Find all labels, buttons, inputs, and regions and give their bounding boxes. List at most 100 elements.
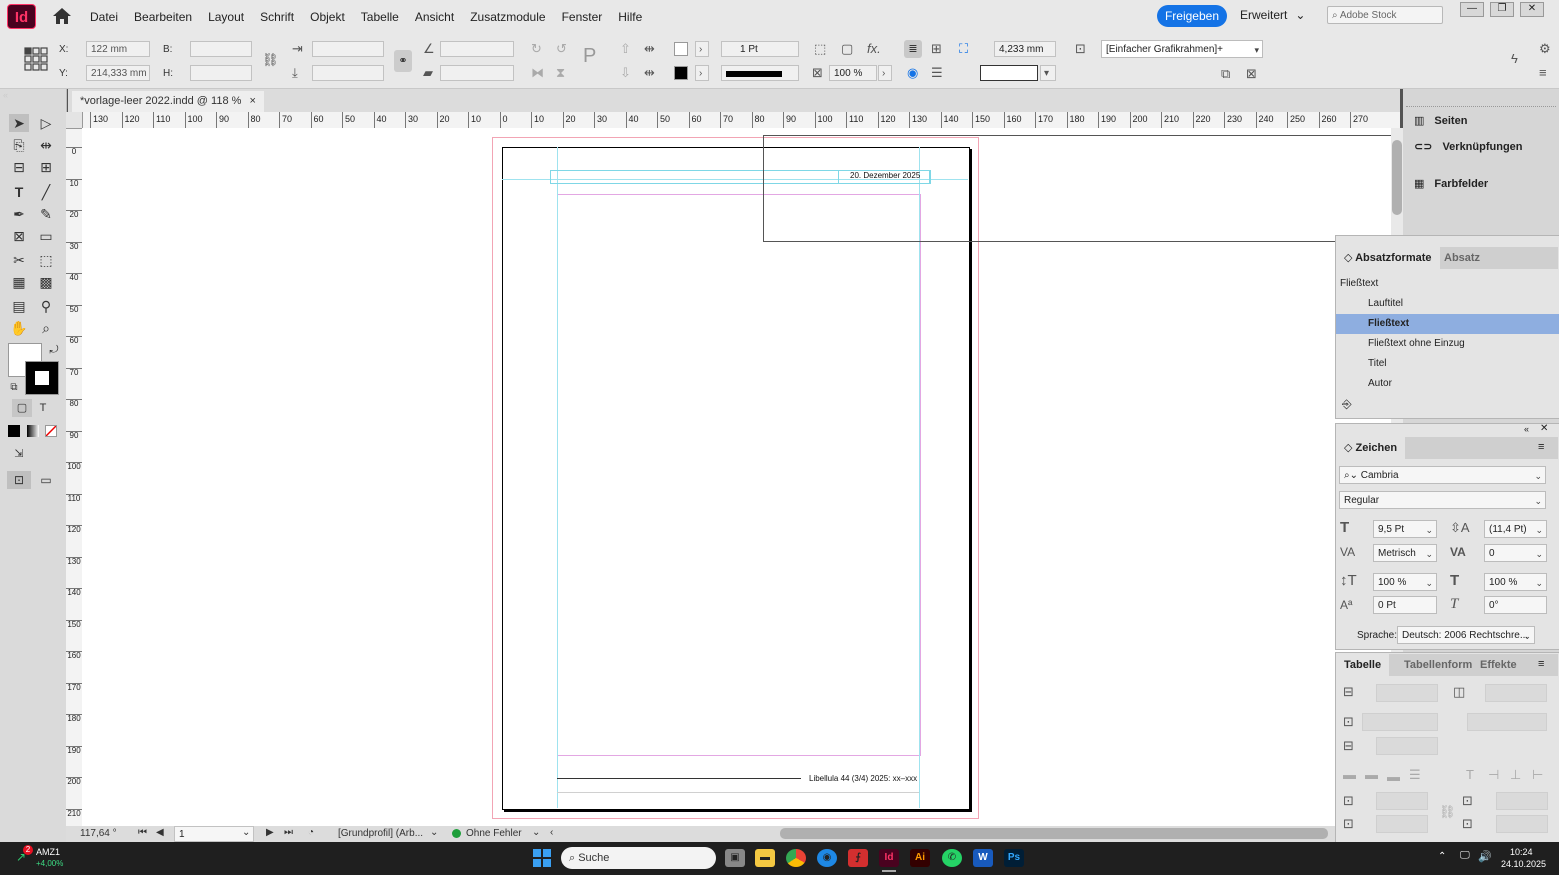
align-top-icon[interactable]: ▬ xyxy=(1343,768,1356,782)
left-inset-field[interactable] xyxy=(1496,792,1548,810)
workspace-switcher[interactable]: Erweitert ⌄ xyxy=(1240,8,1305,22)
menu-datei[interactable]: Datei xyxy=(82,10,126,24)
screen-mode-icon[interactable]: ▭ xyxy=(36,471,56,489)
align-center-icon[interactable]: ▬ xyxy=(1365,768,1378,782)
word-taskbar-icon[interactable]: W xyxy=(973,849,993,867)
font-family-dropdown[interactable]: ⌕⌄ Cambria ⌄ xyxy=(1339,466,1546,484)
line-tool-icon[interactable]: ╱ xyxy=(36,183,56,201)
style-titel[interactable]: Titel xyxy=(1336,354,1559,374)
dock-verknuepfungen[interactable]: ⊂⊃ Verknüpfungen xyxy=(1410,135,1523,159)
apply-gradient-icon[interactable] xyxy=(27,425,39,437)
font-size-field[interactable]: 9,5 Pt ⌄ xyxy=(1373,520,1437,538)
scale-y-field[interactable] xyxy=(312,65,384,81)
scissors-tool-icon[interactable]: ✂ xyxy=(9,251,29,269)
first-page-icon[interactable]: ⏮ xyxy=(138,827,147,838)
panel-menu-icon[interactable]: ≡ xyxy=(1538,658,1544,670)
frame-fitting-icon[interactable]: ⬚ xyxy=(814,42,826,56)
tab-tabellenform[interactable]: Tabellenform xyxy=(1396,654,1480,676)
note-tool-icon[interactable]: ▤ xyxy=(9,297,29,315)
clear-overrides-icon[interactable]: ⧉ xyxy=(1221,67,1230,81)
tab-zeichen[interactable]: ◇ Zeichen xyxy=(1336,437,1406,459)
ruler-origin[interactable] xyxy=(66,112,83,129)
constrain-proportions-icon[interactable]: ⛓ xyxy=(262,53,279,67)
indesign-taskbar-icon[interactable]: Id xyxy=(879,849,899,867)
style-lauftitel[interactable]: Lauftitel xyxy=(1336,294,1559,314)
select-container-icon[interactable]: ⇧ xyxy=(620,42,631,56)
menu-fenster[interactable]: Fenster xyxy=(554,10,611,24)
column-width-field[interactable] xyxy=(1376,737,1438,755)
row-height-dropdown[interactable] xyxy=(1362,713,1438,731)
constrain-scale-icon[interactable]: ⚭ xyxy=(394,50,412,72)
rotate-text-270-icon[interactable]: ⊢ xyxy=(1532,768,1543,782)
clock-date[interactable]: 24.10.2025 xyxy=(1501,859,1546,869)
share-button[interactable]: Freigeben xyxy=(1157,5,1227,27)
horizontal-ruler[interactable]: 130 120 110 100 90 80 70 60 50 40 30 20 10 0 10 20 30 40 5… xyxy=(68,112,1400,129)
corner-options-icon[interactable]: ▢ xyxy=(841,42,853,56)
row-height-field[interactable] xyxy=(1467,713,1547,731)
previous-page-icon[interactable]: ◀ xyxy=(156,827,164,838)
rotate-ccw-icon[interactable]: ↺ xyxy=(556,42,567,56)
menu-layout[interactable]: Layout xyxy=(200,10,252,24)
eyedropper-tool-icon[interactable]: ⚲ xyxy=(36,297,56,315)
stock-ticker[interactable]: AMZ1 xyxy=(36,847,60,857)
skew-field[interactable]: 0° xyxy=(1484,596,1547,614)
vertical-scroll-thumb[interactable] xyxy=(1392,140,1402,215)
preflight-profile[interactable]: [Grundprofil] (Arb... xyxy=(338,828,423,839)
fill-menu-arrow[interactable]: › xyxy=(695,41,709,57)
photoshop-taskbar-icon[interactable]: Ps xyxy=(1004,849,1024,867)
tracking-field[interactable]: 0 ⌄ xyxy=(1484,544,1547,562)
gradient-feather-tool-icon[interactable]: ▩ xyxy=(36,273,56,291)
home-icon[interactable] xyxy=(52,7,72,25)
close-window-button[interactable]: ✕ xyxy=(1520,2,1544,17)
row-count-field[interactable] xyxy=(1376,684,1438,702)
text-wrap-object-icon[interactable]: ◉ xyxy=(907,66,918,80)
direct-selection-tool-icon[interactable]: ▷ xyxy=(36,114,56,132)
zoom-level[interactable]: 117,64 ° xyxy=(80,828,117,839)
format-text-icon[interactable]: T xyxy=(33,399,53,417)
object-style-dropdown[interactable]: [Einfacher Grafikrahmen]+ ▾ xyxy=(1101,40,1263,58)
rotation-field[interactable] xyxy=(440,41,514,57)
close-panel-icon[interactable]: ✕ xyxy=(1540,423,1548,434)
style-fliesstext[interactable]: Fließtext xyxy=(1336,314,1559,334)
vertical-scale-field[interactable]: 100 % ⌄ xyxy=(1373,573,1437,591)
apply-none-icon[interactable] xyxy=(45,425,57,437)
browser-icon[interactable]: ◉ xyxy=(817,849,837,867)
normal-mode-icon[interactable]: ⊡ xyxy=(7,471,31,489)
flip-horizontal-icon[interactable]: ⧓ xyxy=(531,66,544,80)
menu-zusatzmodule[interactable]: Zusatzmodule xyxy=(462,10,553,24)
open-document-icon[interactable]: ◔ xyxy=(308,827,314,838)
width-field[interactable] xyxy=(190,41,252,57)
rotate-text-0-icon[interactable]: T xyxy=(1466,768,1474,782)
text-wrap-jump-icon[interactable]: ☰ xyxy=(931,66,943,80)
menu-ansicht[interactable]: Ansicht xyxy=(407,10,462,24)
stroke-swatch[interactable] xyxy=(674,66,688,80)
free-transform-tool-icon[interactable]: ⬚ xyxy=(36,251,56,269)
stroke-menu-arrow[interactable]: › xyxy=(695,65,709,81)
collapse-toolbox-icon[interactable]: « xyxy=(3,90,8,100)
minimize-button[interactable]: — xyxy=(1460,2,1484,17)
volume-icon[interactable]: 🔊 xyxy=(1478,850,1492,863)
align-bottom-icon[interactable]: ▬ xyxy=(1387,770,1400,784)
page-tool-icon[interactable]: ⎘ xyxy=(9,136,29,154)
taskbar-search[interactable]: ⌕ Suche xyxy=(561,847,716,869)
hand-tool-icon[interactable]: ✋ xyxy=(9,319,29,337)
content-placer-icon[interactable]: ⊞ xyxy=(36,158,56,176)
file-explorer-icon[interactable]: ▬ xyxy=(755,849,775,867)
stroke-type-dropdown[interactable] xyxy=(721,65,799,81)
preflight-status[interactable]: Ohne Fehler xyxy=(466,828,522,839)
opacity-menu-arrow[interactable]: › xyxy=(878,65,892,81)
justify-vertical-icon[interactable]: ☰ xyxy=(1409,768,1421,782)
language-dropdown[interactable]: Deutsch: 2006 Rechtschre... ⌄ xyxy=(1397,626,1535,644)
gradient-swatch-tool-icon[interactable]: ▦ xyxy=(9,273,29,291)
y-position-field[interactable]: 214,333 mm xyxy=(86,65,150,81)
reference-point-icon[interactable] xyxy=(24,47,48,71)
rotate-text-90-icon[interactable]: ⊣ xyxy=(1488,768,1499,782)
type-tool-icon[interactable]: T xyxy=(9,183,29,201)
pen-tool-icon[interactable]: ✒ xyxy=(9,205,29,223)
tab-effekte[interactable]: Effekte xyxy=(1472,654,1525,676)
default-colors-icon[interactable]: ⧉ xyxy=(4,379,24,397)
menu-tabelle[interactable]: Tabelle xyxy=(353,10,407,24)
windows-start-icon[interactable] xyxy=(533,849,551,867)
kerning-field[interactable]: Metrisch ⌄ xyxy=(1373,544,1437,562)
control-panel-menu-icon[interactable]: ⚙ xyxy=(1539,42,1551,56)
